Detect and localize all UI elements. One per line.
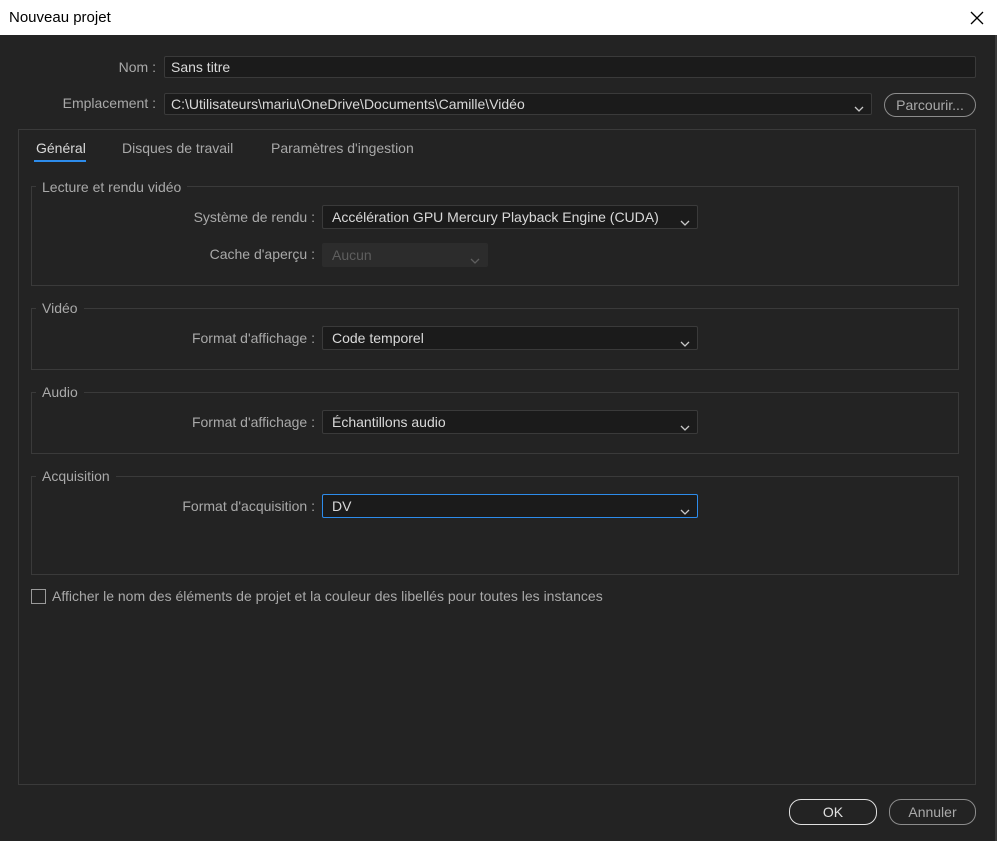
preview-cache-select: Aucun <box>322 243 488 267</box>
preview-cache-value: Aucun <box>332 247 372 263</box>
ok-button[interactable]: OK <box>789 799 877 825</box>
audio-display-format-label: Format d'affichage : <box>191 414 315 430</box>
chevron-down-icon <box>680 335 690 347</box>
playback-group-title: Lecture et rendu vidéo <box>36 179 188 195</box>
preview-cache-label: Cache d'aperçu : <box>209 246 315 262</box>
playback-group <box>31 186 959 286</box>
video-display-format-label: Format d'affichage : <box>191 330 315 346</box>
renderer-select[interactable]: Accélération GPU Mercury Playback Engine… <box>322 205 698 229</box>
show-project-item-names-checkbox[interactable] <box>31 589 46 604</box>
tab-scratch-disks[interactable]: Disques de travail <box>122 140 233 156</box>
name-input[interactable]: Sans titre <box>164 56 976 78</box>
renderer-label: Système de rendu : <box>193 209 315 225</box>
close-icon[interactable] <box>965 6 989 30</box>
video-group-title: Vidéo <box>36 300 84 316</box>
capture-format-label: Format d'acquisition : <box>182 498 315 514</box>
cancel-button[interactable]: Annuler <box>889 799 976 825</box>
browse-button[interactable]: Parcourir... <box>884 93 976 117</box>
video-display-format-value: Code temporel <box>332 330 424 346</box>
tab-ingest-settings[interactable]: Paramètres d'ingestion <box>271 140 414 156</box>
chevron-down-icon <box>680 419 690 431</box>
window-title: Nouveau projet <box>9 9 111 26</box>
chevron-down-icon <box>854 100 864 112</box>
audio-group-title: Audio <box>36 384 84 400</box>
audio-display-format-select[interactable]: Échantillons audio <box>322 410 698 434</box>
location-value: C:\Utilisateurs\mariu\OneDrive\Documents… <box>171 96 525 112</box>
location-label: Emplacement : <box>62 95 156 111</box>
name-label: Nom : <box>118 59 156 75</box>
show-project-item-names-label: Afficher le nom des éléments de projet e… <box>52 588 603 604</box>
location-select[interactable]: C:\Utilisateurs\mariu\OneDrive\Documents… <box>164 93 872 115</box>
audio-display-format-value: Échantillons audio <box>332 414 446 430</box>
chevron-down-icon <box>680 503 690 515</box>
video-display-format-select[interactable]: Code temporel <box>322 326 698 350</box>
chevron-down-icon <box>470 252 480 264</box>
active-tab-indicator <box>34 160 86 162</box>
title-bar: Nouveau projet <box>0 0 997 35</box>
capture-group-title: Acquisition <box>36 468 116 484</box>
renderer-value: Accélération GPU Mercury Playback Engine… <box>332 209 659 225</box>
capture-format-value: DV <box>332 498 352 514</box>
chevron-down-icon <box>680 214 690 226</box>
capture-group <box>31 476 959 575</box>
capture-format-select[interactable]: DV <box>322 494 698 518</box>
tab-general[interactable]: Général <box>36 140 86 156</box>
